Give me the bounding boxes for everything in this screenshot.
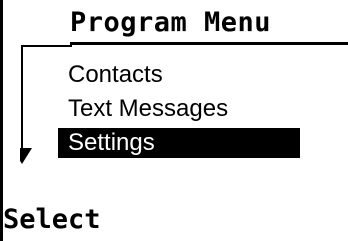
menu-list: Contacts Text Messages Settings	[58, 60, 348, 162]
menu-item-settings[interactable]: Settings	[58, 128, 300, 158]
menu-item-contacts[interactable]: Contacts	[58, 60, 348, 90]
select-softkey[interactable]: Select	[3, 203, 101, 237]
menu-title: Program Menu	[70, 7, 272, 38]
phone-screen: Program Menu Contacts Text Messages Sett…	[0, 0, 348, 241]
title-divider	[70, 42, 348, 45]
menu-item-text-messages[interactable]: Text Messages	[58, 94, 348, 124]
